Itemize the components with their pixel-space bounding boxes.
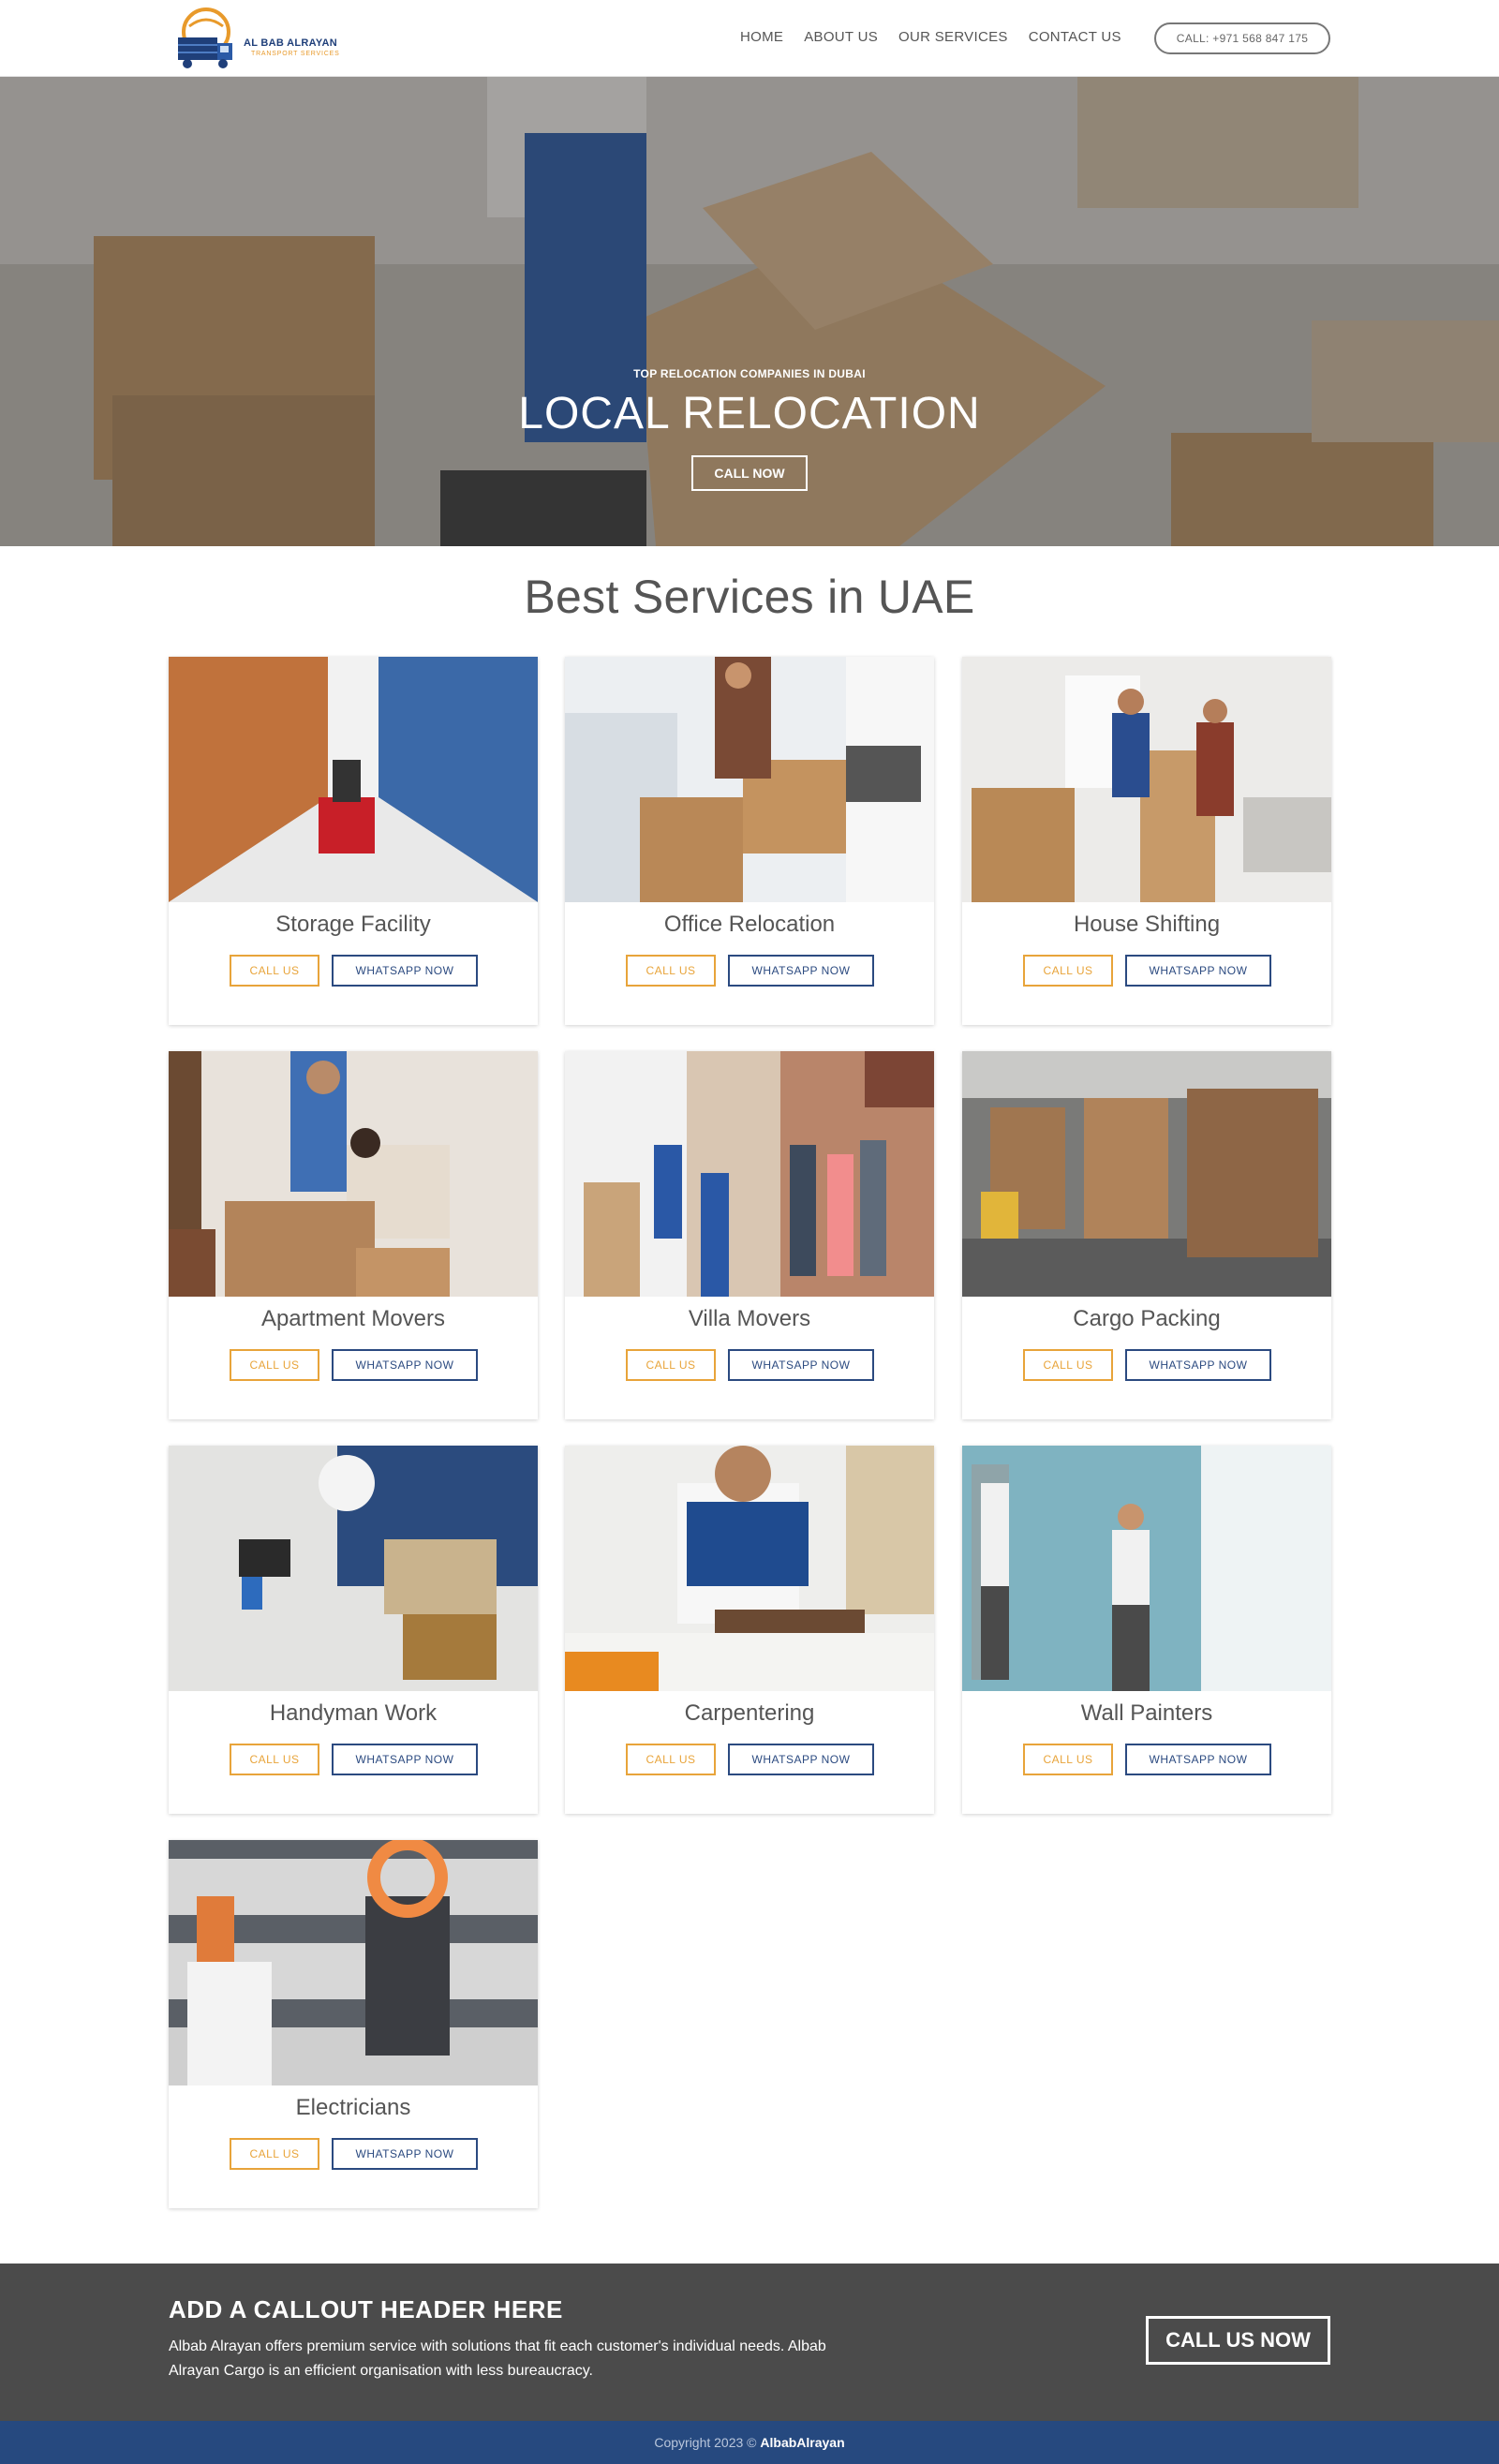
service-title: Electricians bbox=[295, 2095, 411, 2120]
service-image bbox=[962, 1446, 1331, 1691]
nav-contact-us[interactable]: CONTACT US bbox=[1029, 26, 1121, 49]
service-card: Office Relocation CALL US WHATSAPP NOW bbox=[565, 657, 934, 1025]
service-title: Storage Facility bbox=[275, 912, 431, 937]
site-header: AL BAB ALRAYAN TRANSPORT SERVICES HOME A… bbox=[0, 0, 1499, 77]
service-title: Apartment Movers bbox=[260, 1306, 446, 1331]
header-call-button[interactable]: CALL: +971 568 847 175 bbox=[1154, 22, 1330, 54]
call-us-button[interactable]: CALL US bbox=[230, 2138, 319, 2170]
call-us-button[interactable]: CALL US bbox=[230, 1744, 319, 1775]
service-card: Wall Painters CALL US WHATSAPP NOW bbox=[962, 1446, 1331, 1814]
couple-packing-boxes-image bbox=[169, 1051, 538, 1297]
services-heading: Best Services in UAE bbox=[524, 571, 975, 623]
service-image bbox=[962, 1051, 1331, 1297]
movers-unloading-truck-image bbox=[565, 1051, 934, 1297]
truck-globe-logo-icon bbox=[178, 7, 232, 68]
call-us-button[interactable]: CALL US bbox=[1023, 1349, 1113, 1381]
warehouse-shelves-forklift-image bbox=[169, 657, 538, 902]
carpenter-workbench-image bbox=[565, 1446, 934, 1691]
call-us-now-button[interactable]: CALL US NOW bbox=[1146, 2316, 1330, 2365]
service-image bbox=[169, 657, 538, 902]
brand-tagline: TRANSPORT SERVICES bbox=[251, 51, 340, 57]
service-image bbox=[565, 657, 934, 902]
hero-banner: TOP RELOCATION COMPANIES IN DUBAI LOCAL … bbox=[0, 77, 1499, 546]
service-image bbox=[565, 1446, 934, 1691]
brand-name: AL BAB ALRAYAN bbox=[244, 37, 337, 49]
callout-banner: ADD A CALLOUT HEADER HERE Albab Alrayan … bbox=[0, 2264, 1499, 2421]
whatsapp-now-button[interactable]: WHATSAPP NOW bbox=[1125, 955, 1271, 987]
call-us-button[interactable]: CALL US bbox=[1023, 955, 1113, 987]
brand-logo[interactable]: AL BAB ALRAYAN TRANSPORT SERVICES bbox=[169, 4, 347, 75]
service-image bbox=[565, 1051, 934, 1297]
two-men-boxes-dolly-image bbox=[962, 657, 1331, 902]
service-title: Villa Movers bbox=[688, 1306, 811, 1331]
main-nav: HOME ABOUT US OUR SERVICES CONTACT US bbox=[740, 26, 1142, 49]
service-image bbox=[962, 657, 1331, 902]
hero-call-now-button[interactable]: CALL NOW bbox=[691, 455, 808, 491]
nav-home[interactable]: HOME bbox=[740, 26, 783, 49]
nav-about-us[interactable]: ABOUT US bbox=[804, 26, 878, 49]
service-card: Handyman Work CALL US WHATSAPP NOW bbox=[169, 1446, 538, 1814]
worker-drilling-wall-image bbox=[169, 1446, 538, 1691]
service-title: Handyman Work bbox=[269, 1700, 438, 1726]
service-image bbox=[169, 1051, 538, 1297]
whatsapp-now-button[interactable]: WHATSAPP NOW bbox=[728, 955, 874, 987]
service-title: Office Relocation bbox=[663, 912, 836, 937]
service-card: Apartment Movers CALL US WHATSAPP NOW bbox=[169, 1051, 538, 1419]
hero-eyebrow: TOP RELOCATION COMPANIES IN DUBAI bbox=[633, 367, 866, 380]
service-title: Carpentering bbox=[684, 1700, 815, 1726]
whatsapp-now-button[interactable]: WHATSAPP NOW bbox=[1125, 1349, 1271, 1381]
call-us-button[interactable]: CALL US bbox=[626, 1349, 716, 1381]
whatsapp-now-button[interactable]: WHATSAPP NOW bbox=[728, 1744, 874, 1775]
service-card: Carpentering CALL US WHATSAPP NOW bbox=[565, 1446, 934, 1814]
footer-brand-link[interactable]: AlbabAlrayan bbox=[760, 2435, 844, 2450]
warehouse-pallets-image bbox=[962, 1051, 1331, 1297]
whatsapp-now-button[interactable]: WHATSAPP NOW bbox=[332, 955, 478, 987]
whatsapp-now-button[interactable]: WHATSAPP NOW bbox=[332, 1744, 478, 1775]
whatsapp-now-button[interactable]: WHATSAPP NOW bbox=[332, 2138, 478, 2170]
call-us-button[interactable]: CALL US bbox=[230, 955, 319, 987]
service-card: Storage Facility CALL US WHATSAPP NOW bbox=[169, 657, 538, 1025]
service-card: Cargo Packing CALL US WHATSAPP NOW bbox=[962, 1051, 1331, 1419]
service-title: House Shifting bbox=[1073, 912, 1221, 937]
call-us-button[interactable]: CALL US bbox=[1023, 1744, 1113, 1775]
service-image bbox=[169, 1840, 538, 2085]
service-title: Cargo Packing bbox=[1073, 1306, 1221, 1331]
call-us-button[interactable]: CALL US bbox=[626, 1744, 716, 1775]
site-footer: Copyright 2023 © AlbabAlrayan bbox=[0, 2421, 1499, 2464]
service-image bbox=[169, 1446, 538, 1691]
whatsapp-now-button[interactable]: WHATSAPP NOW bbox=[332, 1349, 478, 1381]
callout-title: ADD A CALLOUT HEADER HERE bbox=[169, 2295, 563, 2323]
call-us-button[interactable]: CALL US bbox=[230, 1349, 319, 1381]
multimeter-switchboard-image bbox=[169, 1840, 538, 2085]
service-card: House Shifting CALL US WHATSAPP NOW bbox=[962, 657, 1331, 1025]
painters-rolling-wall-image bbox=[962, 1446, 1331, 1691]
service-card: Villa Movers CALL US WHATSAPP NOW bbox=[565, 1051, 934, 1419]
whatsapp-now-button[interactable]: WHATSAPP NOW bbox=[728, 1349, 874, 1381]
office-boxes-woman-image bbox=[565, 657, 934, 902]
whatsapp-now-button[interactable]: WHATSAPP NOW bbox=[1125, 1744, 1271, 1775]
nav-our-services[interactable]: OUR SERVICES bbox=[898, 26, 1008, 49]
copyright-text: Copyright 2023 © bbox=[654, 2435, 761, 2450]
call-us-button[interactable]: CALL US bbox=[626, 955, 716, 987]
hero-title: LOCAL RELOCATION bbox=[518, 389, 981, 438]
callout-text: Albab Alrayan offers premium service wit… bbox=[169, 2338, 826, 2379]
service-card: Electricians CALL US WHATSAPP NOW bbox=[169, 1840, 538, 2208]
service-title: Wall Painters bbox=[1080, 1700, 1213, 1726]
